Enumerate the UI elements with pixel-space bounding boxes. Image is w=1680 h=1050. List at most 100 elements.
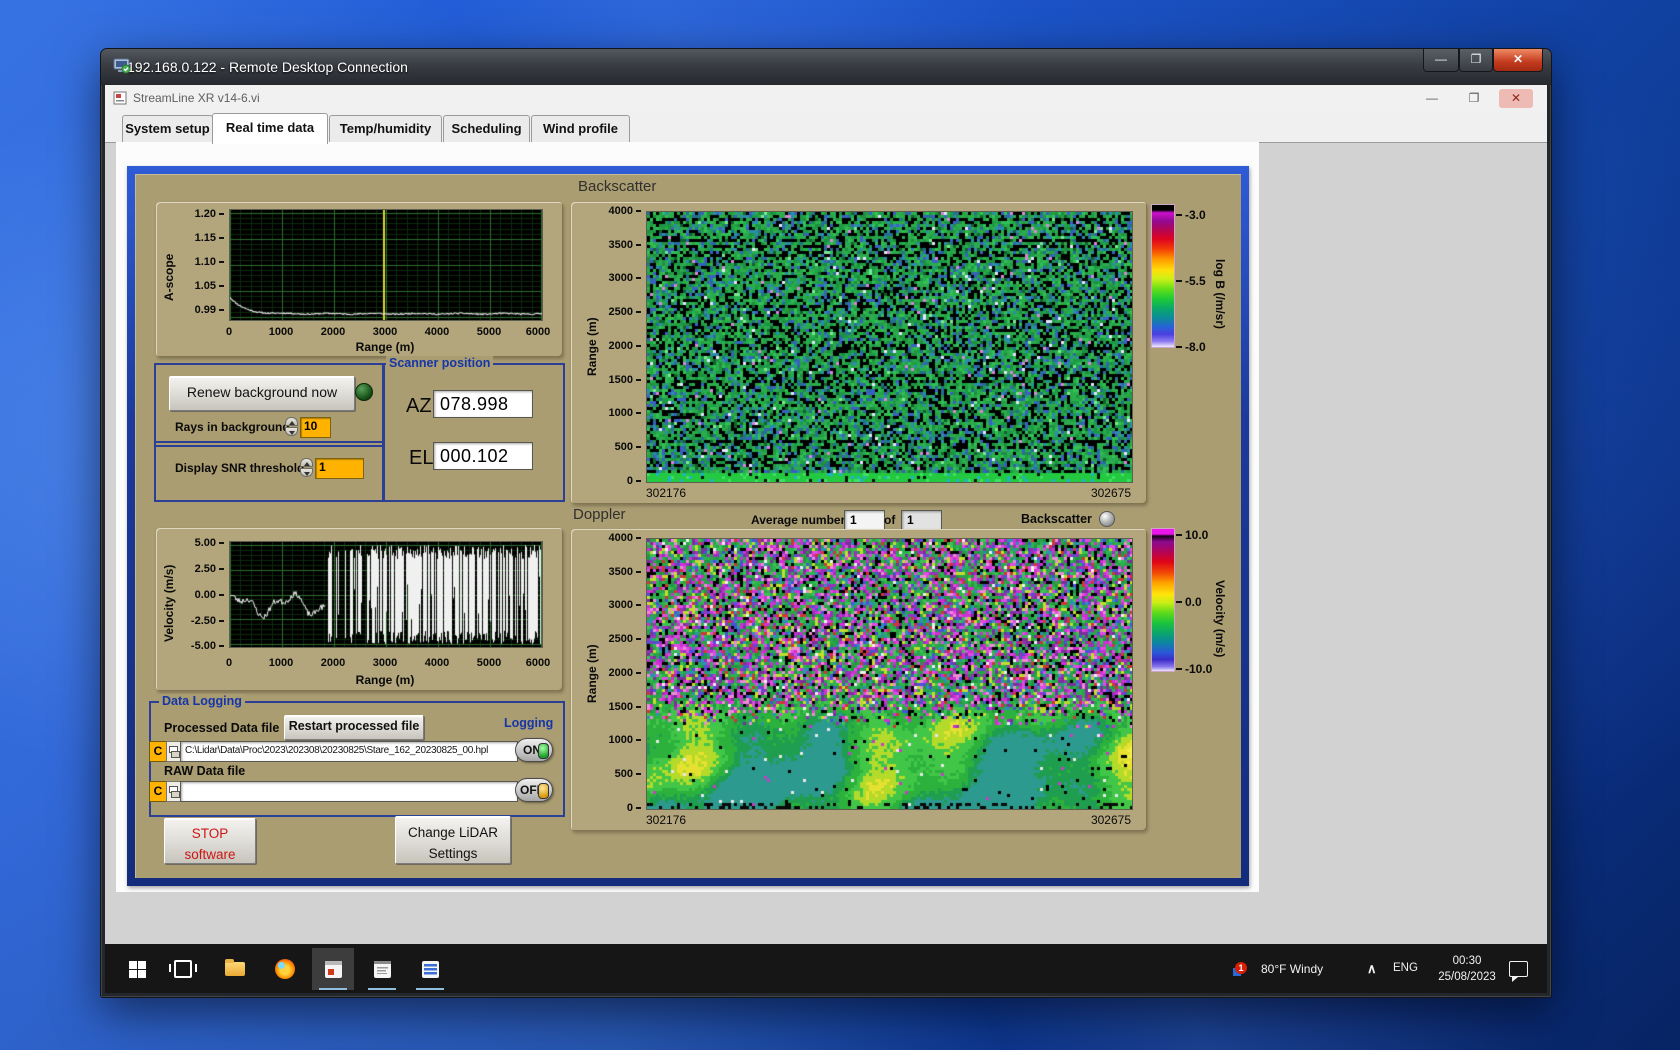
backscatter-graph: Range (m) 4000 3500 3000 2500 2000 1500 … xyxy=(571,202,1147,504)
raw-path-field[interactable] xyxy=(180,781,518,802)
velocity-ytick: 2.50 xyxy=(180,563,224,575)
task-view-button[interactable] xyxy=(162,948,204,990)
doppler-ytick: 4000 xyxy=(599,532,641,544)
doppler-heatmap xyxy=(646,538,1133,810)
average-total-field[interactable]: 1 xyxy=(901,510,942,531)
tab-scheduling[interactable]: Scheduling xyxy=(443,115,530,142)
scanner-group-title: Scanner position xyxy=(386,356,493,370)
vi-restore-button[interactable]: ❐ xyxy=(1459,89,1489,108)
rays-label: Rays in background xyxy=(175,420,290,434)
rays-spinner[interactable] xyxy=(285,417,298,437)
backscatter-ytick: 0 xyxy=(599,475,641,487)
velocity-ytick: 5.00 xyxy=(180,537,224,549)
vi-close-button[interactable]: ✕ xyxy=(1499,89,1533,108)
ascope-ytick: 1.20 xyxy=(184,208,224,220)
stop-line2: software xyxy=(165,845,255,866)
desktop: 192.168.0.122 - Remote Desktop Connectio… xyxy=(0,0,1680,1050)
raw-logging-toggle[interactable]: OFF xyxy=(515,778,553,802)
vi-icon xyxy=(113,91,128,111)
action-center-icon[interactable] xyxy=(1509,961,1528,977)
language-indicator[interactable]: ENG xyxy=(1393,962,1418,974)
velocity-xtick: 4000 xyxy=(417,657,457,669)
velocity-ytick: -2.50 xyxy=(180,615,224,627)
rdp-titlebar[interactable]: 192.168.0.122 - Remote Desktop Connectio… xyxy=(101,49,1551,85)
document-app-button[interactable] xyxy=(409,948,451,990)
scan-schedule-app-button[interactable] xyxy=(361,948,403,990)
weather-icon[interactable]: 1 xyxy=(1233,962,1247,976)
tab-temp-humidity[interactable]: Temp/humidity xyxy=(329,115,442,142)
doppler-ytick: 3500 xyxy=(599,566,641,578)
change-lidar-settings-button[interactable]: Change LiDAR Settings xyxy=(395,816,511,864)
change-line2: Settings xyxy=(396,844,510,865)
raw-drive-box[interactable]: C xyxy=(149,781,167,802)
doppler-y-axis-label: Range (m) xyxy=(585,614,599,734)
ascope-ytick: 1.15 xyxy=(184,232,224,244)
vi-minimize-button[interactable]: — xyxy=(1417,89,1447,108)
az-label: AZ xyxy=(406,395,432,418)
snr-value-field[interactable]: 1 xyxy=(315,458,364,479)
vi-titlebar[interactable]: StreamLine XR v14-6.vi — ❐ ✕ xyxy=(105,85,1547,113)
ascope-xtick: 0 xyxy=(209,326,249,338)
rdp-close-button[interactable]: ✕ xyxy=(1493,49,1543,72)
front-panel-frame: A-scope 1.20 1.15 1.10 1.05 0.99 0 1000 … xyxy=(127,166,1249,886)
on-lamp-icon xyxy=(538,743,549,759)
doppler-ytick: 2500 xyxy=(599,633,641,645)
firefox-button[interactable] xyxy=(264,948,306,990)
processed-browse-icon[interactable] xyxy=(166,741,181,762)
weather-text[interactable]: 80°F Windy xyxy=(1261,962,1323,976)
streamline-app-button[interactable] xyxy=(312,948,354,990)
clock[interactable]: 00:30 25/08/2023 xyxy=(1431,953,1503,985)
doppler-graph: Range (m) 4000 3500 3000 2500 2000 1500 … xyxy=(571,529,1147,831)
backscatter-colorbar-tick: -3.0 xyxy=(1176,208,1206,222)
average-number-field[interactable]: 1 xyxy=(844,510,885,531)
of-label: of xyxy=(884,513,895,527)
firefox-icon xyxy=(275,959,295,979)
notification-badge: 1 xyxy=(1235,962,1247,974)
ascope-xtick: 3000 xyxy=(365,326,405,338)
velocity-ytick: -5.00 xyxy=(180,640,224,652)
doppler-colorbar-tick: -10.0 xyxy=(1176,662,1212,676)
velocity-x-axis-label: Range (m) xyxy=(229,673,541,687)
rdp-icon xyxy=(113,58,131,80)
tab-wind-profile[interactable]: Wind profile xyxy=(531,115,630,142)
doppler-colorbar-tick: 10.0 xyxy=(1176,528,1208,542)
rays-value-field[interactable]: 10 xyxy=(300,417,331,438)
az-value-field: 078.998 xyxy=(433,390,533,418)
snr-label: Display SNR threshold xyxy=(175,461,304,475)
windows-logo-icon xyxy=(129,961,146,978)
backscatter-colorbar xyxy=(1151,204,1175,348)
tab-system-setup[interactable]: System setup xyxy=(122,115,213,142)
rdp-minimize-button[interactable]: — xyxy=(1423,49,1459,72)
renew-background-button[interactable]: Renew background now xyxy=(169,376,355,411)
vi-title-text: StreamLine XR v14-6.vi xyxy=(133,91,260,105)
tray-chevron-icon[interactable]: ∧ xyxy=(1367,961,1377,977)
processed-path-field[interactable]: C:\Lidar\Data\Proc\2023\202308\20230825\… xyxy=(180,741,518,762)
backscatter-ytick: 3000 xyxy=(599,272,641,284)
velocity-xtick: 2000 xyxy=(313,657,353,669)
processed-drive-box[interactable]: C xyxy=(149,741,167,762)
backscatter-ytick: 1000 xyxy=(599,407,641,419)
rdp-maximize-button[interactable]: ❐ xyxy=(1459,49,1493,72)
start-button[interactable] xyxy=(116,948,158,990)
backscatter-colorbar-tick: -5.5 xyxy=(1176,274,1206,288)
raw-file-label: RAW Data file xyxy=(164,764,245,778)
ascope-xtick: 1000 xyxy=(261,326,301,338)
backscatter-ytick: 4000 xyxy=(599,205,641,217)
doppler-x-start: 302176 xyxy=(646,813,686,827)
velocity-xtick: 3000 xyxy=(365,657,405,669)
raw-browse-icon[interactable] xyxy=(166,781,181,802)
file-explorer-button[interactable] xyxy=(214,948,256,990)
backscatter-y-axis-label: Range (m) xyxy=(585,287,599,407)
velocity-xtick: 0 xyxy=(209,657,249,669)
change-line1: Change LiDAR xyxy=(396,823,510,844)
stop-line1: STOP xyxy=(165,824,255,845)
backscatter-x-start: 302176 xyxy=(646,486,686,500)
stop-software-button[interactable]: STOP software xyxy=(164,818,256,864)
tab-real-time-data[interactable]: Real time data xyxy=(212,113,328,144)
processed-logging-toggle[interactable]: ON xyxy=(515,738,553,762)
backscatter-toggle[interactable] xyxy=(1099,511,1115,527)
scanner-group xyxy=(382,363,565,502)
restart-processed-file-button[interactable]: Restart processed file xyxy=(284,715,424,740)
doppler-colorbar-label: Velocity (m/s) xyxy=(1213,549,1227,689)
snr-spinner[interactable] xyxy=(300,458,313,478)
